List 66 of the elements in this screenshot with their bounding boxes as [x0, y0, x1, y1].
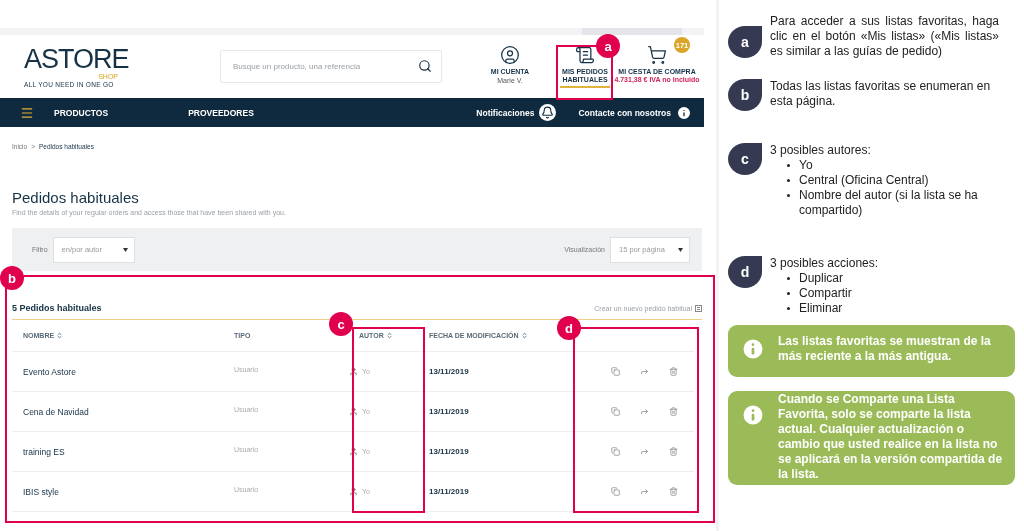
bullet-item: Compartir: [770, 286, 879, 301]
table-cell-text: 13/11/2019: [429, 407, 470, 416]
nav-link[interactable]: PRODUCTOS: [54, 107, 109, 118]
note-text: Las listas favoritas se muestran de la más reciente a la más antigua.: [778, 334, 992, 364]
share-button[interactable]: [640, 367, 649, 376]
caret-icon: [122, 247, 128, 252]
callout-badge: a: [728, 26, 762, 58]
page-title: Pedidos habituales: [12, 189, 140, 207]
callout-badge: c: [728, 143, 762, 175]
nav-link[interactable]: PROVEEDORES: [188, 107, 254, 118]
share-button[interactable]: [640, 487, 649, 496]
sort-icon[interactable]: [520, 332, 528, 339]
cart-icon[interactable]: [647, 45, 667, 65]
nav-link[interactable]: Contacte con nosotros: [578, 107, 671, 118]
search-field[interactable]: Busque un producto, una referencia: [220, 50, 442, 83]
share-button[interactable]: [640, 447, 649, 456]
duplicate-button[interactable]: [611, 407, 620, 416]
table-cell-text: 13/11/2019: [429, 447, 470, 456]
user-icon: [349, 407, 358, 416]
bullet-item: Duplicar: [770, 271, 879, 286]
account-icon[interactable]: [500, 44, 520, 65]
callout-text: 3 posibles acciones:: [770, 256, 879, 271]
marker-badge: a: [596, 34, 620, 58]
info-icon: [740, 402, 766, 428]
menu-icon[interactable]: [20, 105, 34, 120]
delete-button[interactable]: [669, 367, 678, 376]
bullet-item: Nombre del autor (si la lista se ha compartido): [770, 188, 999, 218]
search-icon[interactable]: [418, 59, 432, 73]
bell-icon[interactable]: [539, 104, 557, 121]
delete-button[interactable]: [669, 447, 678, 456]
note-text: Cuando se Comparte una Lista Favorita, solo se comparte la lista actual. Cualquier actualización o cambio que usted realice en la lista no se aplicará en la versión compartida de la lista.: [778, 392, 1004, 482]
table-cell-text: training ES: [22, 446, 66, 457]
table-cell-text: 13/11/2019: [429, 487, 470, 496]
marker-badge: b: [0, 266, 24, 290]
logo-text: ASTORE: [24, 45, 130, 73]
caret-icon: [678, 247, 683, 252]
bullet-item: Eliminar: [770, 301, 879, 316]
callout-text: Para acceder a sus listas favoritas, haga clic en el botón «Mis listas» («Mis listas» es similar a las guías de pedido): [770, 14, 999, 59]
nav-link[interactable]: Notificaciones: [476, 107, 535, 118]
duplicate-button[interactable]: [611, 367, 620, 376]
marker-badge: d: [557, 316, 581, 340]
duplicate-button[interactable]: [611, 447, 620, 456]
delete-button[interactable]: [669, 487, 678, 496]
sort-icon[interactable]: [56, 332, 64, 339]
marker-badge: c: [329, 312, 353, 336]
user-icon: [349, 447, 358, 456]
table-cell-text: IBIS style: [22, 486, 60, 497]
sort-icon[interactable]: [385, 332, 393, 339]
callout-badge: d: [728, 256, 762, 288]
table-cell-text: Cena de Navidad: [22, 406, 90, 417]
callout-badge: b: [728, 79, 762, 111]
duplicate-button[interactable]: [611, 487, 620, 496]
bullet-item: Yo: [770, 158, 999, 173]
info-icon: [740, 336, 766, 362]
callout-text: Todas las listas favoritas se enumeran en esta página.: [770, 79, 992, 109]
delete-button[interactable]: [669, 407, 678, 416]
share-button[interactable]: [640, 407, 649, 416]
bullet-item: Central (Oficina Central): [770, 173, 999, 188]
user-icon: [349, 487, 358, 496]
table-cell-text: Evento Astore: [22, 366, 77, 377]
info-icon[interactable]: [676, 104, 692, 121]
table-cell-text: 13/11/2019: [429, 367, 470, 376]
list-icon[interactable]: [575, 45, 595, 65]
callout-text: 3 posibles autores:: [770, 143, 872, 158]
user-icon: [349, 367, 358, 376]
list-title: 5 Pedidos habituales: [12, 303, 102, 313]
